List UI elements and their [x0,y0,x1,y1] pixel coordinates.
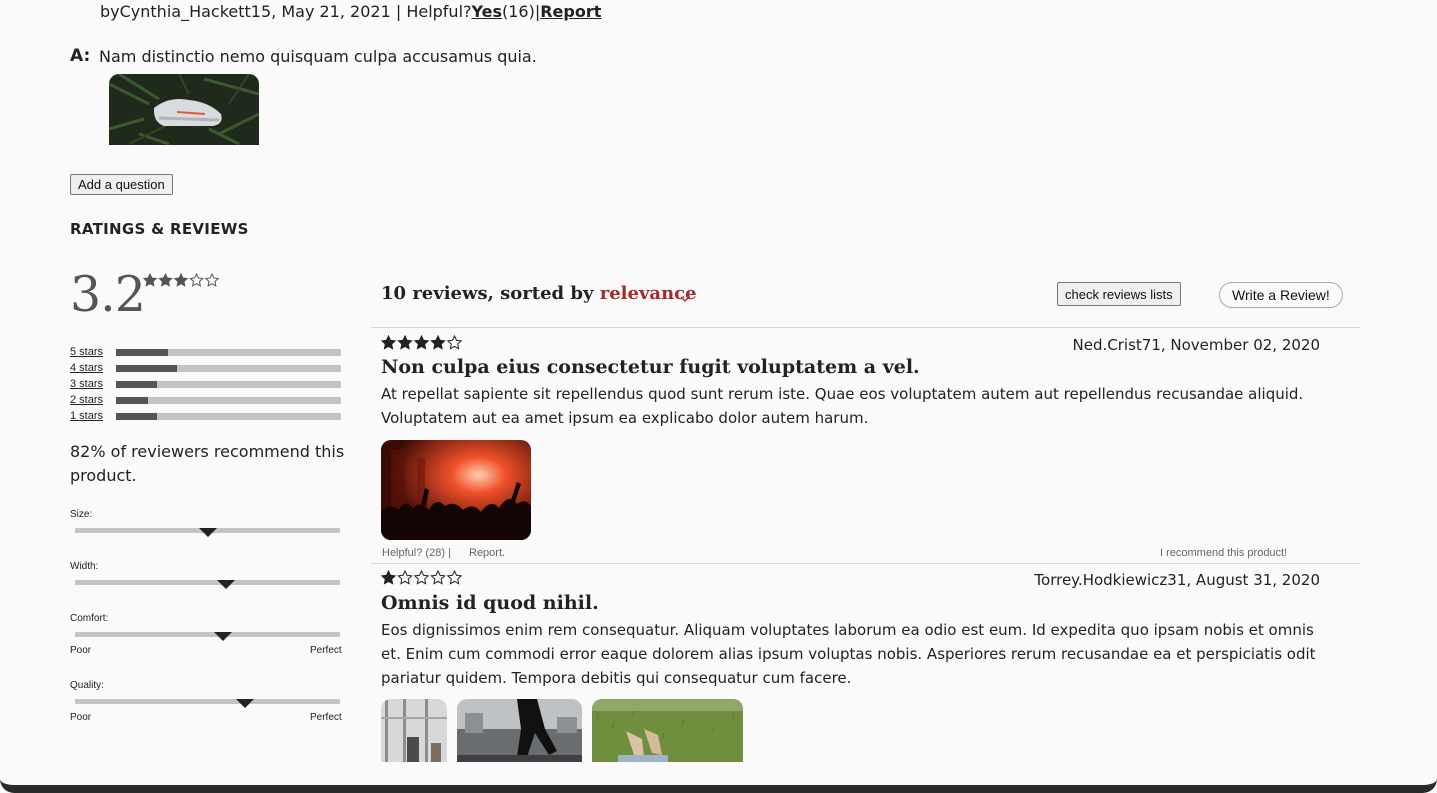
characteristic-track [75,699,340,704]
star-outline-icon [204,272,220,287]
rating-bar-fill [116,397,148,404]
write-review-button[interactable]: Write a Review! [1219,282,1343,308]
answer-label: A: [70,46,91,66]
review-summary: Omnis id quod nihil. [381,592,599,614]
review-body: Eos dignissimos enim rem consequatur. Al… [381,621,1316,687]
star-outline-icon [446,569,463,585]
answer-date: May 21, 2021 [281,2,391,21]
characteristic-high-label: Perfect [310,645,342,656]
characteristic-marker-icon [198,528,217,537]
divider [371,563,1360,564]
star-outline-icon [413,569,430,585]
star-outline-icon [446,334,463,350]
helpful-yes-link[interactable]: Yes [472,2,503,21]
star-filter-label[interactable]: 3 stars [70,378,103,390]
characteristic-marker-icon [214,632,233,641]
helpful-label: Helpful? [406,2,472,21]
average-rating: 3.2 [70,266,146,323]
report-link[interactable]: Report [540,2,601,21]
characteristic-track [75,632,340,637]
by-label: by [100,2,120,21]
star-outline-icon [189,272,204,287]
star-outline-icon [397,569,413,585]
star-filter-link[interactable]: 3 stars [70,378,103,390]
helpful-count: (16) [502,2,535,21]
star-filter-link[interactable]: 4 stars [70,362,103,374]
review-photo-thumbnail[interactable] [457,699,582,762]
divider [371,327,1360,328]
review-photo-thumbnail[interactable] [592,699,743,762]
review-photo-thumbnail[interactable] [381,440,531,540]
recommend-percentage: 82% of reviewers recommend this product. [70,442,345,485]
rating-bar-track [116,413,341,420]
review-helpful[interactable]: Helpful? (28) | [382,547,451,559]
rating-bar-track [116,349,341,356]
answerer-name: Cynthia_Hackett15 [119,2,272,21]
characteristic-label: Width: [70,561,99,572]
rating-bar-track [116,381,341,388]
review-author-date: Torrey.Hodkiewicz31, August 31, 2020 [1034,571,1320,589]
review-author-date: Ned.Crist71, November 02, 2020 [1072,336,1320,354]
review-recommend: I recommend this product! [1160,547,1288,559]
star-filter-label[interactable]: 1 stars [70,410,103,422]
review-report-link[interactable]: Report. [469,547,505,559]
rating-bar-track [116,397,341,404]
rating-bar-fill [116,365,177,372]
reviews-sort-header: 10 reviews, sorted by relevance [381,283,697,304]
rating-bar-track [116,365,341,372]
chevron-down-icon[interactable] [680,288,690,302]
characteristic-label: Size: [70,509,93,520]
star-filter-link[interactable]: 2 stars [70,394,103,406]
review-count-text: 10 reviews, sorted by [381,283,594,304]
answer-photo-thumbnail[interactable] [109,74,259,145]
ratings-reviews-heading: RATINGS & REVIEWS [70,220,249,238]
check-reviews-button[interactable]: check reviews lists [1057,282,1181,306]
star-filter-link[interactable]: 1 stars [70,410,103,422]
review-body: At repellat sapiente sit repellendus quo… [381,385,1304,427]
star-filter-label[interactable]: 4 stars [70,362,103,374]
characteristic-track [75,580,340,585]
answer-text: Nam distinctio nemo quisquam culpa accus… [99,47,537,66]
star-filter-label[interactable]: 2 stars [70,394,103,406]
characteristic-label: Quality: [70,680,104,691]
characteristic-marker-icon [235,699,254,708]
characteristic-low-label: Poor [70,645,92,656]
characteristic-marker-icon [217,580,236,589]
star-outline-icon [430,569,446,585]
star-filter-link[interactable]: 5 stars [70,346,103,358]
review-photo-thumbnail[interactable] [381,699,447,762]
answer-meta: byCynthia_Hackett15, May 21, 2021 | Help… [100,2,602,21]
average-stars [142,272,221,293]
add-question-button[interactable]: Add a question [70,174,173,195]
rating-bar-fill [116,381,157,388]
characteristic-label: Comfort: [70,613,109,624]
characteristic-low-label: Poor [70,712,92,723]
review-star-rating [380,569,463,590]
review-summary: Non culpa eius consectetur fugit volupta… [381,356,920,378]
characteristic-high-label: Perfect [310,712,342,723]
star-filter-label[interactable]: 5 stars [70,346,103,358]
review-star-rating [380,334,463,355]
rating-bar-fill [116,349,168,356]
rating-bar-fill [116,413,157,420]
